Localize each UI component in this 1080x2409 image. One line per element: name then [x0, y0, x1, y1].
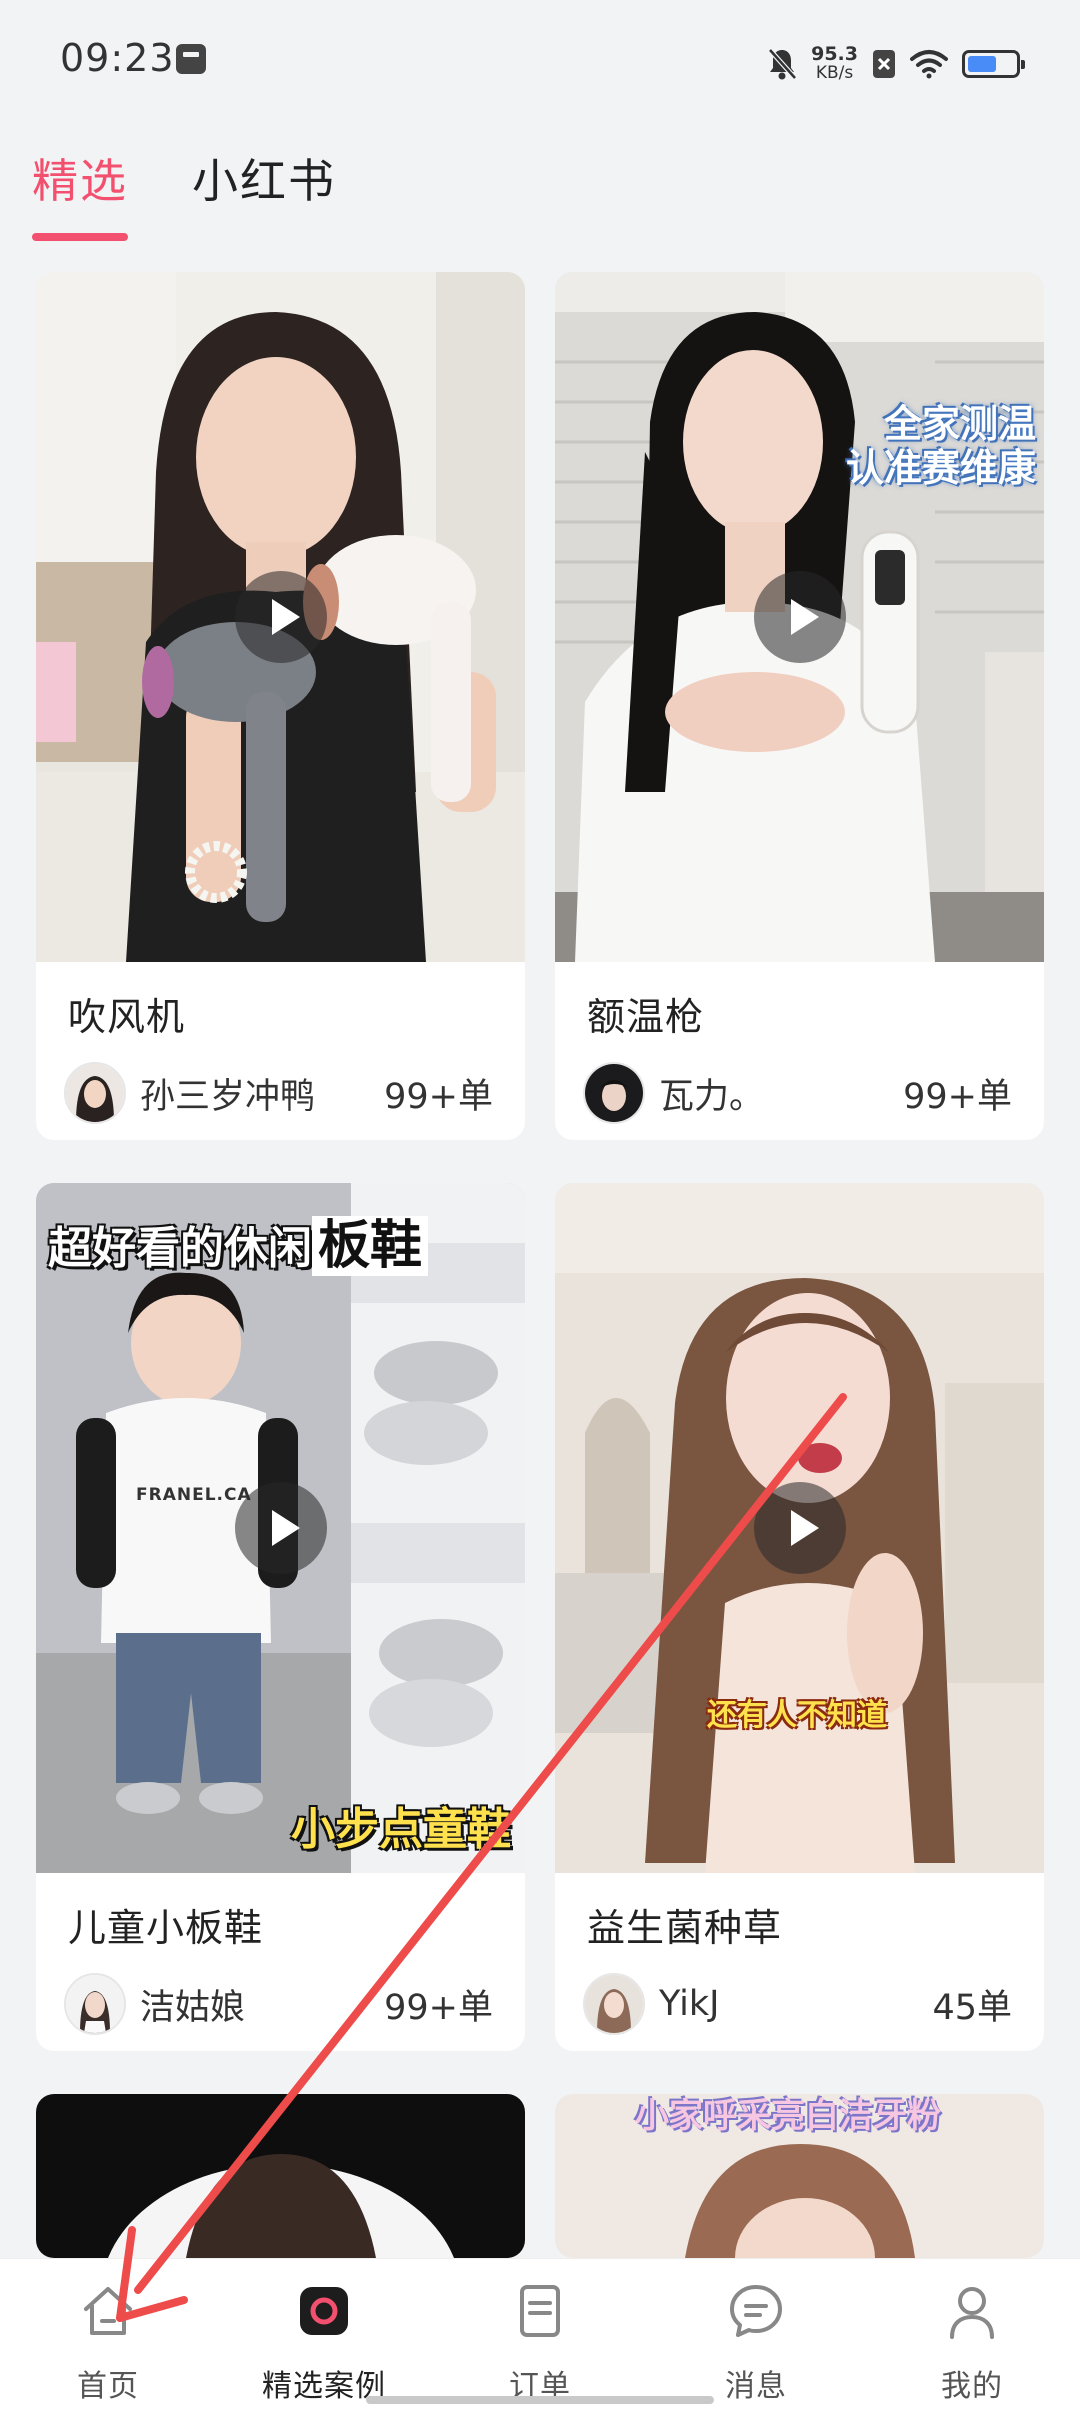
author-name: YikJ	[659, 1984, 720, 2024]
status-bar: 09:23 95.3 KB/s	[0, 0, 1080, 125]
author-name: 孙三岁冲鸭	[140, 1076, 316, 1117]
tab-featured[interactable]: 精选	[32, 145, 128, 241]
caption-line-highlight: 板鞋	[312, 1216, 429, 1276]
caption-line: 认准赛维康	[845, 446, 1036, 490]
card-footer: 孙三岁冲鸭 99+单	[36, 1046, 525, 1140]
video-thumbnail[interactable]: 超好看的休闲 板鞋 FRANEL.CA 小步点童鞋	[36, 1183, 525, 1873]
thumbnail-caption: 还有人不知道	[707, 1698, 887, 1733]
play-button[interactable]	[753, 571, 846, 663]
home-indicator	[366, 2396, 714, 2404]
bottom-nav: 首页 精选案例 订单 消息 我的	[0, 2258, 1080, 2409]
card-footer: YikJ 45单	[555, 1957, 1044, 2051]
wifi-icon	[910, 49, 948, 79]
thumbnail-caption: 全家测温 认准赛维康	[846, 402, 1036, 490]
status-time: 09:23	[60, 36, 175, 80]
shirt-print-text: FRANEL.CA	[136, 1485, 252, 1505]
nav-featured-cases[interactable]: 精选案例	[216, 2259, 432, 2409]
thumbnail-caption-bottom: 小步点童鞋	[291, 1804, 511, 1855]
order-count: 99+单	[384, 1076, 493, 1117]
nav-orders[interactable]: 订单	[432, 2259, 648, 2409]
avatar[interactable]	[583, 1973, 645, 2035]
play-button[interactable]	[234, 1482, 327, 1574]
profile-icon	[950, 2287, 994, 2339]
case-card[interactable]: 全家测温 认准赛维康 额温枪 瓦力。 99+单	[555, 272, 1044, 1140]
sim-blocked-icon	[872, 49, 896, 79]
card-title: 吹风机	[68, 995, 186, 1039]
order-icon	[520, 2285, 560, 2337]
play-button[interactable]	[234, 571, 327, 663]
thumbnail-caption-top: 超好看的休闲 板鞋	[48, 1203, 429, 1278]
nav-messages[interactable]: 消息	[648, 2259, 864, 2409]
author-name: 瓦力。	[659, 1076, 765, 1117]
featured-cases-icon	[300, 2287, 348, 2335]
message-icon	[730, 2285, 782, 2337]
order-count: 45单	[932, 1987, 1012, 2028]
card-title: 益生菌种草	[587, 1906, 783, 1950]
case-card[interactable]: 超好看的休闲 板鞋 FRANEL.CA 小步点童鞋 儿童小板鞋 洁姑娘 99+单	[36, 1183, 525, 2051]
network-speed-value: 95.3	[811, 43, 858, 65]
author-name: 洁姑娘	[140, 1987, 246, 2028]
play-button[interactable]	[753, 1482, 846, 1574]
card-footer: 瓦力。 99+单	[555, 1046, 1044, 1140]
avatar[interactable]	[583, 1062, 645, 1124]
tab-xiaohongshu[interactable]: 小红书	[192, 145, 336, 241]
nav-home[interactable]: 首页	[0, 2259, 216, 2409]
nav-profile[interactable]: 我的	[864, 2259, 1080, 2409]
bell-muted-icon	[767, 47, 797, 81]
case-card[interactable]: 吹风机 孙三岁冲鸭 99+单	[36, 272, 525, 1140]
order-count: 99+单	[903, 1076, 1012, 1117]
home-icon	[84, 2287, 132, 2335]
video-thumbnail[interactable]	[36, 2094, 525, 2258]
battery-icon	[962, 50, 1025, 78]
network-speed: 95.3 KB/s	[811, 45, 858, 83]
network-speed-unit: KB/s	[815, 63, 854, 83]
thumbnail-caption: 小家呼采亮白洁牙粉	[635, 2096, 941, 2136]
video-thumbnail[interactable]: 还有人不知道	[555, 1183, 1044, 1873]
order-count: 99+单	[384, 1987, 493, 2028]
nav-label: 首页	[77, 2369, 139, 2404]
case-card[interactable]	[36, 2094, 525, 2258]
video-thumbnail[interactable]	[36, 272, 525, 962]
card-footer: 洁姑娘 99+单	[36, 1957, 525, 2051]
avatar[interactable]	[64, 1062, 126, 1124]
avatar[interactable]	[64, 1973, 126, 2035]
card-title: 额温枪	[587, 995, 705, 1039]
nav-label: 我的	[941, 2369, 1003, 2404]
notification-app-icon	[176, 44, 206, 74]
top-tabs: 精选 小红书	[32, 145, 336, 241]
video-thumbnail[interactable]: 全家测温 认准赛维康	[555, 272, 1044, 962]
caption-line: 全家测温	[883, 402, 1036, 446]
card-title: 儿童小板鞋	[68, 1906, 264, 1950]
status-icons: 95.3 KB/s	[767, 36, 1025, 92]
case-card[interactable]: 小家呼采亮白洁牙粉	[555, 2094, 1044, 2258]
case-card[interactable]: 还有人不知道 益生菌种草 YikJ 45单	[555, 1183, 1044, 2051]
caption-line: 超好看的休闲	[48, 1223, 312, 1274]
